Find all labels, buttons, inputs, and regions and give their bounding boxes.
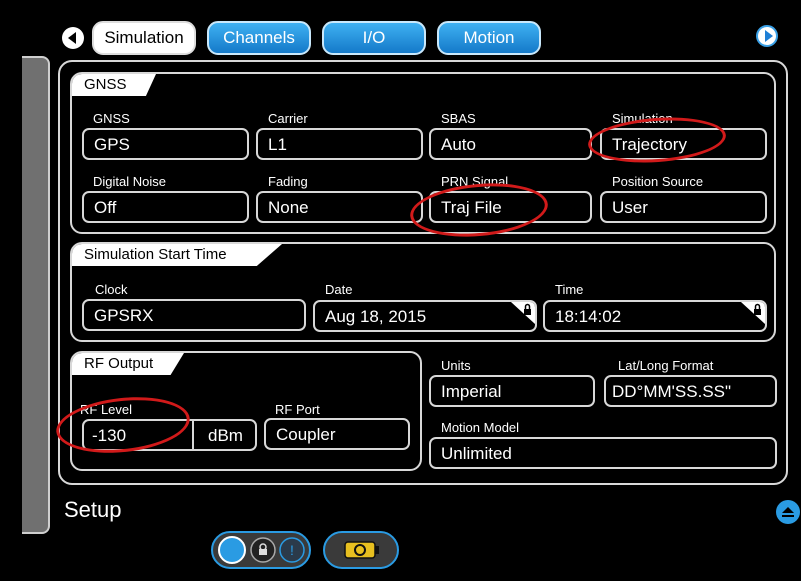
digital-noise-field[interactable]: Off — [82, 191, 249, 223]
motion-model-field[interactable]: Unlimited — [429, 437, 777, 469]
time-field[interactable]: 18:14:02 — [543, 300, 767, 332]
scroll-up-icon[interactable] — [776, 500, 800, 524]
forward-arrow-icon[interactable] — [756, 25, 778, 47]
start-time-group-title: Simulation Start Time — [72, 244, 282, 266]
tab-io[interactable]: I/O — [322, 21, 426, 55]
latlong-format-label: Lat/Long Format — [618, 358, 714, 373]
lock-icon — [511, 302, 535, 324]
back-arrow-icon[interactable] — [62, 27, 84, 49]
sbas-field[interactable]: Auto — [429, 128, 592, 160]
lock-toggle-icon: ! — [218, 536, 305, 564]
tab-simulation[interactable]: Simulation — [92, 21, 196, 55]
rf-level-unit: dBm — [208, 426, 243, 445]
setup-label: Setup — [64, 497, 122, 522]
rf-port-label: RF Port — [275, 402, 320, 417]
units-label: Units — [441, 358, 471, 373]
units-field[interactable]: Imperial — [429, 375, 595, 407]
rf-level-value: -130 — [92, 426, 127, 445]
date-label: Date — [325, 282, 353, 297]
simulation-field[interactable]: Trajectory — [600, 128, 767, 160]
carrier-field[interactable]: L1 — [256, 128, 423, 160]
lock-icon — [741, 302, 765, 324]
fading-label: Fading — [268, 174, 308, 189]
rf-level-label: RF Level — [80, 402, 133, 417]
motion-model-label: Motion Model — [441, 420, 520, 435]
position-source-field[interactable]: User — [600, 191, 767, 223]
position-source-label: Position Source — [612, 174, 704, 189]
fading-field[interactable]: None — [256, 191, 423, 223]
gnss-label: GNSS — [93, 111, 130, 126]
latlong-format-field[interactable]: DD°MM'SS.SS" — [604, 375, 777, 407]
svg-text:!: ! — [290, 542, 294, 558]
carrier-label: Carrier — [268, 111, 308, 126]
rf-port-field[interactable]: Coupler — [264, 418, 410, 450]
tab-motion[interactable]: Motion — [437, 21, 541, 55]
gnss-field[interactable]: GPS — [82, 128, 249, 160]
time-label: Time — [555, 282, 584, 297]
lock-toggle[interactable]: ! — [211, 531, 311, 569]
date-field[interactable]: Aug 18, 2015 — [313, 300, 537, 332]
rf-level-field[interactable]: -130 dBm — [82, 419, 257, 451]
time-value: 18:14:02 — [555, 307, 622, 326]
battery-status[interactable] — [323, 531, 399, 569]
digital-noise-label: Digital Noise — [93, 174, 166, 189]
prn-signal-field[interactable]: Traj File — [429, 191, 592, 223]
battery-icon — [344, 541, 379, 559]
gnss-group-title: GNSS — [72, 74, 156, 96]
rf-output-group-title: RF Output — [72, 353, 184, 375]
simulation-label: Simulation — [612, 111, 673, 126]
side-drawer-handle[interactable] — [22, 56, 50, 534]
date-value: Aug 18, 2015 — [325, 307, 427, 326]
prn-signal-label: PRN Signal — [441, 174, 509, 189]
tab-channels[interactable]: Channels — [207, 21, 311, 55]
rf-level-divider — [192, 421, 194, 449]
clock-field[interactable]: GPSRX — [82, 299, 306, 331]
clock-label: Clock — [95, 282, 128, 297]
sbas-label: SBAS — [441, 111, 476, 126]
